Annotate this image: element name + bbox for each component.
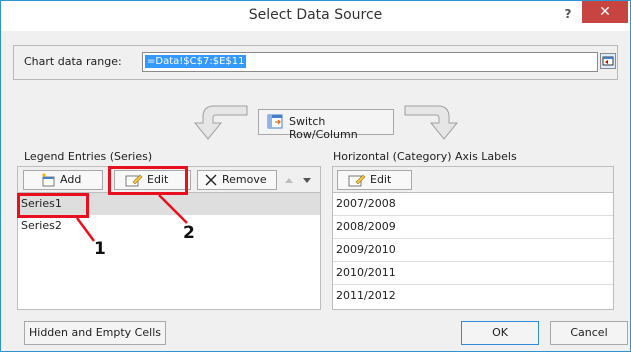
select-data-source-dialog: Select Data Source ? ✕ Chart data range:… — [0, 0, 631, 352]
annotation-arrows — [75, 194, 188, 242]
annotation-2: 2 — [183, 223, 195, 243]
annotation-1: 1 — [94, 239, 106, 259]
